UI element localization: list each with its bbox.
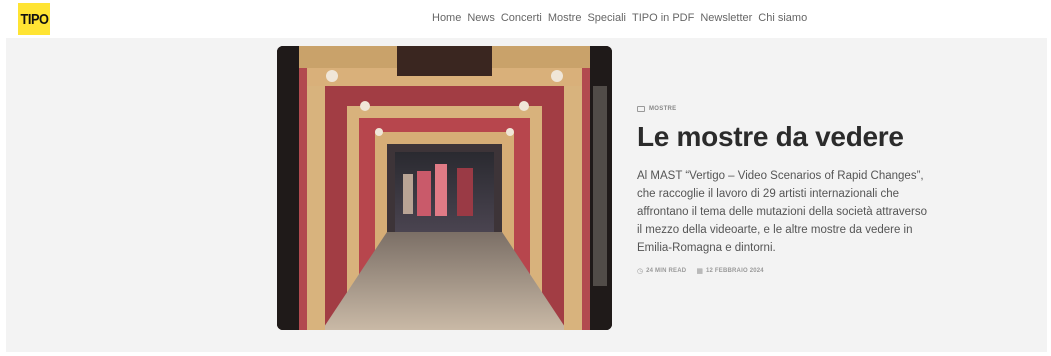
article-category[interactable]: MOSTRE — [637, 106, 937, 112]
publish-date: ▦ 12 FEBBRAIO 2024 — [696, 267, 764, 275]
nav-speciali[interactable]: Speciali — [587, 12, 626, 24]
nav-news[interactable]: News — [467, 12, 495, 24]
calendar-icon: ▦ — [696, 268, 703, 275]
nav-mostre[interactable]: Mostre — [548, 12, 582, 24]
exhibition-photo — [277, 46, 612, 330]
folder-icon — [637, 106, 645, 112]
article-excerpt: Al MAST “Vertigo – Video Scenarios of Ra… — [637, 170, 928, 254]
main-menu: Home News Concerti Mostre Speciali TIPO … — [432, 12, 807, 24]
nav-chi-siamo[interactable]: Chi siamo — [758, 12, 807, 24]
clock-icon: ◷ — [637, 268, 644, 275]
top-navigation-bar: TIPO Home News Concerti Mostre Speciali … — [0, 0, 1051, 38]
publish-date-label: 12 FEBBRAIO 2024 — [705, 268, 764, 274]
category-label: MOSTRE — [649, 106, 677, 112]
article-content: MOSTRE Le mostre da vedere Al MAST “Vert… — [637, 106, 937, 275]
read-time: ◷ 24 MIN READ — [637, 267, 686, 275]
nav-tipo-in-pdf[interactable]: TIPO in PDF — [632, 12, 694, 24]
article-meta: ◷ 24 MIN READ ▦ 12 FEBBRAIO 2024 — [637, 267, 937, 275]
site-logo-text: TIPO — [19, 10, 49, 28]
featured-article: MOSTRE Le mostre da vedere Al MAST “Vert… — [6, 38, 1047, 352]
nav-newsletter[interactable]: Newsletter — [700, 12, 752, 24]
nav-concerti[interactable]: Concerti — [501, 12, 542, 24]
featured-article-image[interactable] — [277, 46, 612, 330]
read-time-label: 24 MIN READ — [646, 268, 687, 274]
article-title[interactable]: Le mostre da vedere — [637, 121, 937, 153]
nav-home[interactable]: Home — [432, 12, 461, 24]
site-logo[interactable]: TIPO — [18, 3, 50, 35]
